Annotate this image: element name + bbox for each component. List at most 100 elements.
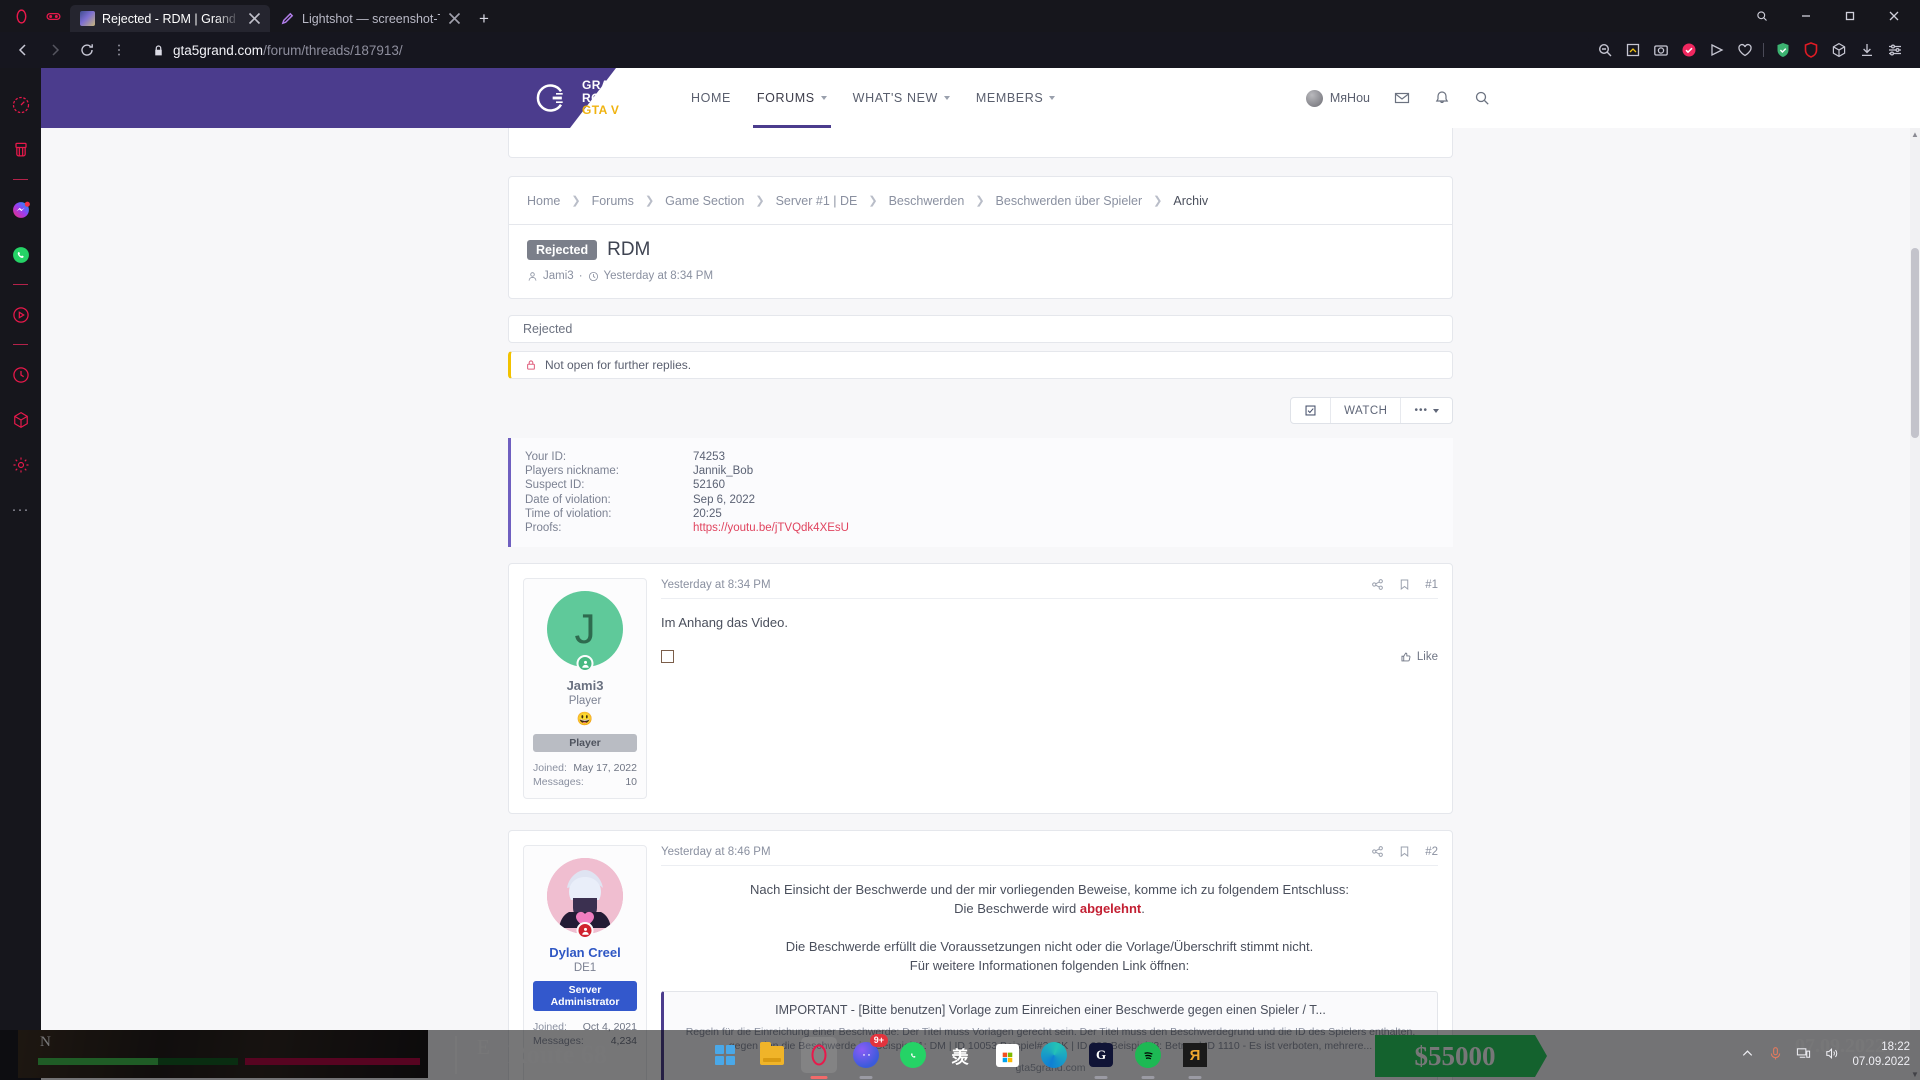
microsoft-edge-button[interactable]: [1036, 1037, 1072, 1073]
scroll-up-arrow[interactable]: ▲: [1910, 128, 1920, 140]
spotify-button[interactable]: [1130, 1037, 1166, 1079]
opera-gx-menu-icon[interactable]: [6, 0, 36, 32]
gx-cleaner-icon[interactable]: [0, 127, 41, 172]
pinboard-icon[interactable]: [1675, 36, 1702, 64]
gta5grand-launcher-button[interactable]: G: [1083, 1037, 1119, 1079]
share-icon[interactable]: [1371, 845, 1384, 858]
browser-tab-0[interactable]: Rejected - RDM | Grand Ro: [70, 5, 270, 32]
bookmark-icon[interactable]: [1398, 578, 1411, 591]
alerts-icon[interactable]: [1434, 90, 1450, 106]
post-author-name[interactable]: Dylan Creel: [533, 945, 637, 960]
more-options-button[interactable]: •••: [1401, 398, 1452, 423]
camera-icon[interactable]: [1647, 36, 1674, 64]
nav-members[interactable]: MEMBERS: [976, 68, 1056, 128]
gx-corner-tab-icon[interactable]: [36, 0, 70, 32]
gx-corner-icon[interactable]: [0, 397, 41, 442]
post-author-banner: Server Administrator: [533, 981, 637, 1012]
rockstar-app-button[interactable]: Я: [1177, 1037, 1213, 1079]
grand-rp-logo-icon: [531, 78, 571, 118]
chevron-right-icon: ❯: [644, 195, 655, 207]
nav-forums[interactable]: FORUMS: [752, 68, 831, 128]
minimize-button[interactable]: [1784, 0, 1828, 32]
user-menu[interactable]: МяHou: [1305, 89, 1370, 107]
opera-gx-button[interactable]: [801, 1037, 837, 1079]
breadcrumb-item-server[interactable]: Server #1 | DE: [776, 194, 858, 208]
bookmark-icon[interactable]: [1398, 845, 1411, 858]
whatsapp-icon[interactable]: [0, 232, 41, 277]
easy-setup-icon[interactable]: [1881, 36, 1908, 64]
breadcrumb-item-home[interactable]: Home: [527, 194, 560, 208]
nav-whats-new[interactable]: WHAT'S NEW: [853, 68, 950, 128]
forward-button[interactable]: [40, 35, 70, 65]
search-tabs-icon[interactable]: [1740, 0, 1784, 32]
thread-date[interactable]: Yesterday at 8:34 PM: [604, 270, 714, 282]
history-icon[interactable]: [0, 352, 41, 397]
vpn-shield-icon[interactable]: [1769, 36, 1796, 64]
close-icon[interactable]: [447, 11, 462, 26]
watch-checkbox-button[interactable]: [1291, 398, 1332, 423]
show-hidden-icons-button[interactable]: [1740, 1046, 1755, 1064]
page-scrollbar[interactable]: ▲ ▼: [1910, 128, 1920, 1080]
close-icon[interactable]: [247, 11, 262, 26]
opera-gx-icon: [811, 1044, 827, 1066]
player-icon[interactable]: [0, 292, 41, 337]
post-number[interactable]: #2: [1425, 846, 1438, 858]
whatsapp-icon: [900, 1042, 926, 1068]
thread-author[interactable]: Jami3: [543, 270, 574, 282]
gx-control-icon[interactable]: [0, 82, 41, 127]
search-icon[interactable]: [1474, 90, 1490, 106]
clock-date: 07.09.2022: [1852, 1056, 1910, 1068]
site-logo[interactable]: GRAND ROLE PLAY GTA V: [531, 68, 653, 128]
breadcrumb-item-forums[interactable]: Forums: [592, 194, 634, 208]
breadcrumb-item-beschwerden[interactable]: Beschwerden: [889, 194, 965, 208]
locked-notice-text: Not open for further replies.: [545, 358, 692, 372]
download-icon[interactable]: [1853, 36, 1880, 64]
whatsapp-button[interactable]: [895, 1037, 931, 1073]
nav-home[interactable]: HOME: [691, 68, 731, 128]
browser-tab-1[interactable]: Lightshot — screenshot-To: [270, 5, 470, 32]
close-window-button[interactable]: [1872, 0, 1916, 32]
heart-icon[interactable]: [1731, 36, 1758, 64]
online-status-icon: [576, 655, 594, 673]
send-icon[interactable]: [1703, 36, 1730, 64]
breadcrumb-item-beschwerden-spieler[interactable]: Beschwerden über Spieler: [996, 194, 1143, 208]
file-explorer-button[interactable]: [754, 1037, 790, 1073]
proof-link[interactable]: https://youtu.be/jTVQdk4XEsU: [693, 522, 849, 534]
discord-button[interactable]: 9+: [848, 1034, 888, 1079]
post-number[interactable]: #1: [1425, 579, 1438, 591]
start-button[interactable]: [707, 1037, 743, 1073]
scrollbar-thumb[interactable]: [1911, 248, 1919, 438]
maximize-button[interactable]: [1828, 0, 1872, 32]
new-tab-button[interactable]: +: [470, 5, 498, 32]
reload-button[interactable]: [72, 35, 102, 65]
watch-button[interactable]: WATCH: [1331, 398, 1402, 423]
microsoft-store-button[interactable]: [989, 1037, 1025, 1073]
info-row: Proofs: https://youtu.be/jTVQdk4XEsU: [525, 521, 1453, 535]
taskbar-clock[interactable]: 18:22 07.09.2022: [1852, 1040, 1910, 1070]
more-icon[interactable]: ···: [0, 487, 41, 532]
taskbar-apps: 9+ 羡 G Я: [707, 1034, 1213, 1079]
chevron-right-icon: ❯: [1153, 195, 1163, 207]
breadcrumb-item-game-section[interactable]: Game Section: [665, 194, 744, 208]
settings-icon[interactable]: [0, 442, 41, 487]
zoom-out-icon[interactable]: [1591, 36, 1618, 64]
share-icon[interactable]: [1371, 578, 1384, 591]
cube-icon[interactable]: [1825, 36, 1852, 64]
messenger-icon[interactable]: [0, 187, 41, 232]
snapshot-icon[interactable]: [1619, 36, 1646, 64]
post-date[interactable]: Yesterday at 8:34 PM: [661, 579, 771, 591]
microphone-icon[interactable]: [1768, 1046, 1783, 1064]
like-button[interactable]: Like: [1400, 651, 1438, 663]
address-input[interactable]: gta5grand.com/forum/threads/187913/: [142, 36, 1589, 64]
inbox-icon[interactable]: [1394, 90, 1410, 106]
network-icon[interactable]: [1796, 1046, 1811, 1064]
breadcrumb-item-archiv[interactable]: Archiv: [1173, 194, 1208, 208]
chinese-app-button[interactable]: 羡: [942, 1037, 978, 1073]
post-date[interactable]: Yesterday at 8:46 PM: [661, 846, 771, 858]
volume-icon[interactable]: [1824, 1046, 1839, 1064]
info-key: Players nickname:: [525, 465, 619, 478]
adblock-shield-icon[interactable]: [1797, 36, 1824, 64]
post-author-name[interactable]: Jami3: [533, 678, 637, 693]
page-menu-icon[interactable]: [104, 35, 134, 65]
back-button[interactable]: [8, 35, 38, 65]
